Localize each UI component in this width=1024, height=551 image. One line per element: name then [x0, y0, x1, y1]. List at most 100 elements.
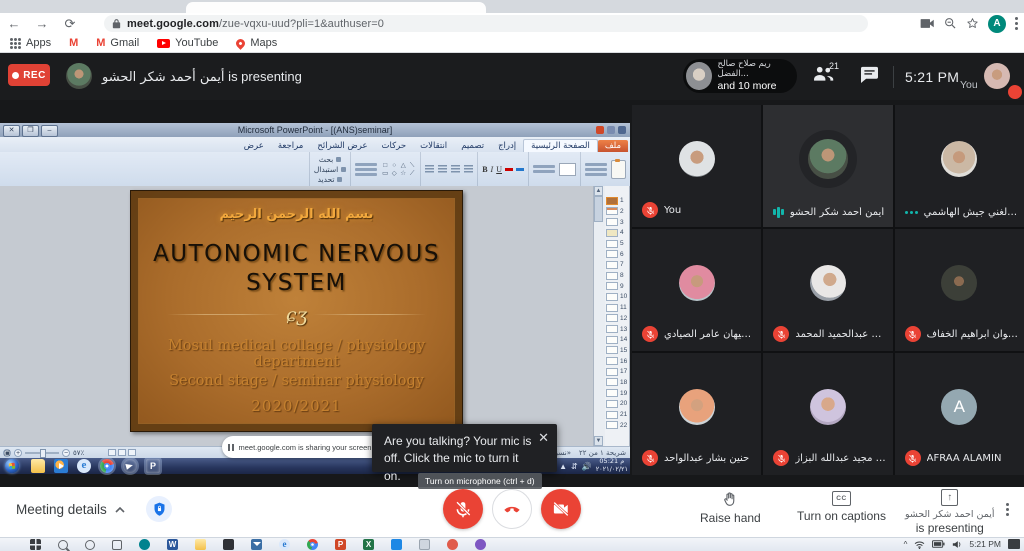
wifi-icon[interactable]	[914, 540, 925, 549]
taskbar-icon-app-purple[interactable]	[475, 539, 486, 550]
slide-thumbnail[interactable]: 2	[605, 207, 629, 217]
ribbon-group-paragraph[interactable]	[420, 152, 477, 186]
slide-thumbnail[interactable]: 11	[605, 303, 629, 313]
zoom-in-icon[interactable]: +	[14, 449, 22, 457]
taskbar-icon-powerpoint[interactable]: P	[335, 539, 346, 550]
tab-slideshow[interactable]: عرض الشرائح	[310, 140, 374, 152]
telegram-icon[interactable]	[123, 459, 137, 473]
camera-icon[interactable]	[920, 18, 935, 29]
save-icon[interactable]	[607, 126, 615, 134]
minimize-icon[interactable]: –	[41, 125, 58, 137]
participant-tile[interactable]: يوسف شوان ابراهيم الخفاف	[895, 229, 1024, 351]
zoom-slider[interactable]	[25, 452, 59, 454]
slide-thumbnail[interactable]: 7	[605, 260, 629, 270]
taskbar-icon-cortana[interactable]	[85, 540, 95, 550]
participant-tile[interactable]: أيمن أحمد شكر الحشو	[763, 105, 892, 227]
slide-thumbnail[interactable]: 10	[605, 292, 629, 302]
battery-icon[interactable]	[932, 540, 945, 548]
taskbar-icon-calculator[interactable]	[419, 539, 430, 550]
tab-animations[interactable]: حركات	[375, 140, 414, 152]
explorer-icon[interactable]	[31, 459, 45, 473]
taskbar-icon-excel[interactable]: X	[363, 539, 374, 550]
slide-thumbnail[interactable]: 18	[605, 378, 629, 388]
tab-home[interactable]: الصفحة الرئيسية	[523, 139, 598, 152]
you-avatar[interactable]	[984, 63, 1010, 89]
browser-active-tab[interactable]	[186, 2, 486, 13]
participant-tile[interactable]: AAFRAA ALAMIN	[895, 353, 1024, 475]
ribbon-group-clipboard[interactable]	[580, 152, 630, 186]
scroll-down-icon[interactable]: ▼	[594, 436, 603, 446]
camera-button[interactable]	[541, 489, 581, 529]
bookmark-youtube[interactable]: YouTube	[157, 37, 218, 49]
tray-up-icon[interactable]: ▲	[559, 462, 567, 471]
start-orb-icon[interactable]	[5, 459, 19, 473]
taskbar-icon-app-red[interactable]	[447, 539, 458, 550]
view-buttons[interactable]	[108, 449, 136, 456]
slide-thumbnail[interactable]: 5	[605, 239, 629, 249]
media-player-icon[interactable]	[54, 459, 68, 473]
tab-design[interactable]: تصميم	[454, 140, 491, 152]
taskbar-icon-task-view[interactable]	[112, 540, 122, 550]
tray-chevron-icon[interactable]: ^	[904, 540, 908, 549]
participant-tile[interactable]: You	[632, 105, 761, 227]
slide-thumbnail[interactable]: 1	[605, 196, 629, 206]
slide-thumbnail[interactable]: 13	[605, 324, 629, 334]
close-icon[interactable]: ✕	[538, 429, 549, 448]
action-center-icon[interactable]	[1008, 539, 1020, 549]
captions-button[interactable]: CC Turn on captions	[797, 491, 886, 523]
shared-screen[interactable]: ✕ ❐ – Microsoft PowerPoint - [(ANS)semin…	[0, 123, 630, 474]
volume-icon[interactable]	[952, 540, 962, 549]
slide-thumbnail[interactable]: 17	[605, 367, 629, 377]
powerpoint-icon[interactable]: P	[146, 459, 160, 473]
select-item[interactable]: تحديد	[318, 175, 343, 184]
address-bar[interactable]: meet.google.com/zue-vqxu-uud?pli=1&authu…	[104, 15, 868, 32]
taskbar-icon-word[interactable]: W	[167, 539, 178, 550]
close-icon[interactable]: ✕	[3, 125, 20, 137]
tab-file[interactable]: ملف	[598, 140, 628, 152]
ribbon-group-drawing[interactable]: □○△⟍ ▭◇☆⟋	[350, 152, 420, 186]
tab-transitions[interactable]: انتقالات	[413, 140, 454, 152]
fit-window-icon[interactable]: ▣	[3, 449, 11, 457]
taskbar-icon-ie[interactable]: e	[279, 539, 290, 550]
os-clock[interactable]: 5:21 PM	[969, 539, 1001, 549]
scrollbar-thumb[interactable]	[594, 196, 603, 222]
meeting-details-button[interactable]: Meeting details	[16, 502, 125, 517]
ribbon-group-slides[interactable]	[528, 152, 580, 186]
taskbar-icon-teams[interactable]	[139, 539, 150, 550]
presenting-button[interactable]: ↑ أيمن احمد شكر الحشو is presenting	[905, 489, 995, 535]
participant-tile[interactable]: تبارك مصعب عبدالحميد المحمد	[763, 229, 892, 351]
slide-thumbnail[interactable]: 6	[605, 249, 629, 259]
taskbar-icon-windows[interactable]	[30, 539, 41, 550]
taskbar-icon-explorer[interactable]	[195, 539, 206, 550]
participant-tile[interactable]: داليا مجيد عبدالله البزاز	[763, 353, 892, 475]
internet-explorer-icon[interactable]: e	[77, 459, 91, 473]
taskbar-icon-chrome[interactable]	[307, 539, 318, 550]
participants-pill[interactable]: ريم صلاح صالح الفضل...and 10 more	[683, 59, 797, 93]
leave-call-button[interactable]	[492, 489, 532, 529]
back-icon[interactable]: ←	[0, 13, 28, 34]
tab-review[interactable]: مراجعة	[271, 140, 311, 152]
slide-thumbnail[interactable]: 3	[605, 217, 629, 227]
people-button[interactable]: 21	[812, 65, 835, 87]
speaker-icon[interactable]: 🔊	[582, 462, 592, 471]
restore-icon[interactable]: ❐	[22, 125, 39, 137]
slide-thumbnail[interactable]: 19	[605, 388, 629, 398]
taskbar-icon-mail[interactable]	[251, 539, 262, 550]
participant-tile[interactable]: أماني سيهان عامر الصيادي	[632, 229, 761, 351]
undo-icon[interactable]	[618, 126, 626, 134]
slide-thumbnail[interactable]: 22	[605, 420, 629, 430]
ribbon-group-font[interactable]: B I U	[477, 152, 528, 186]
slide-thumbnail[interactable]: 9	[605, 282, 629, 292]
chrome-icon[interactable]	[100, 459, 114, 473]
zoom-out-icon[interactable]: −	[62, 449, 70, 457]
scroll-up-icon[interactable]: ▲	[594, 186, 603, 196]
profile-avatar[interactable]: A	[988, 15, 1006, 33]
bookmark-gmail-icon-only[interactable]: M	[69, 37, 78, 49]
bookmark-maps[interactable]: Maps	[236, 37, 277, 49]
slide-thumbnail[interactable]: 12	[605, 314, 629, 324]
host-controls-button[interactable]	[146, 496, 172, 522]
taskbar-icon-app-blue[interactable]	[391, 539, 402, 550]
tab-insert[interactable]: إدراج	[491, 140, 523, 152]
ribbon-group-editing[interactable]: بحث استبدال تحديد	[309, 152, 350, 186]
raise-hand-button[interactable]: Raise hand	[700, 491, 761, 525]
